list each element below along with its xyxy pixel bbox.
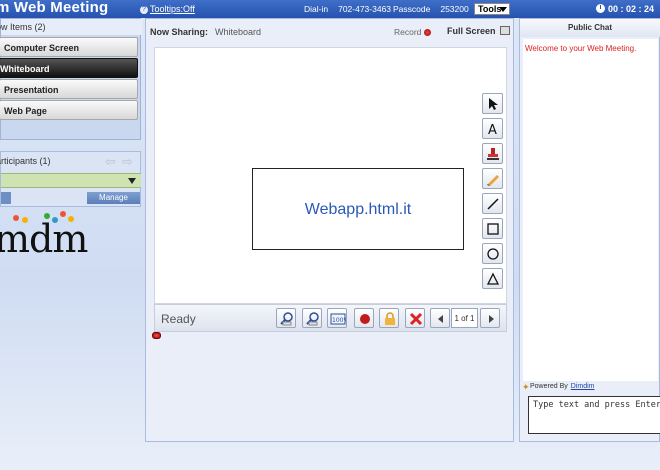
rectangle-icon [487, 223, 499, 235]
dialin-info: Dial-in 702-473-3463 [304, 4, 391, 14]
whiteboard-text: Webapp.html.it [304, 201, 412, 218]
next-page-button[interactable] [480, 308, 500, 328]
logo: mdm [0, 211, 141, 261]
show-items-panel: ow Items (2) Computer Screen Whiteboard … [0, 18, 142, 140]
select-arrow-icon [489, 98, 498, 110]
dimdim-icon: ✦ [522, 382, 530, 392]
powered-by: ✦ Powered By Dimdim [522, 382, 595, 392]
arrow-left-icon[interactable]: ⇦ [105, 154, 122, 169]
stamp-icon [487, 148, 499, 160]
svg-text:100%: 100% [332, 317, 346, 324]
zoom-in-button[interactable] [276, 308, 296, 328]
now-sharing-value: Whiteboard [215, 27, 262, 37]
pencil-tool[interactable] [482, 168, 503, 189]
tooltips-toggle[interactable]: ? Tooltips:Off [140, 4, 195, 14]
record-button[interactable]: Record [394, 27, 432, 37]
zoom-in-icon [280, 312, 293, 326]
passcode-value: 253200 [440, 4, 469, 14]
record-icon [360, 314, 370, 324]
chevron-left-icon [438, 315, 443, 323]
text-tool[interactable]: A [482, 118, 503, 139]
logo-text: mdm [0, 217, 88, 261]
show-item-web-page[interactable]: Web Page [0, 100, 138, 120]
header-bar: m Web Meeting ? Tooltips:Off Dial-in 702-4… [0, 0, 660, 18]
clear-button[interactable] [405, 308, 425, 328]
chat-input[interactable]: Type text and press Enter [528, 396, 660, 434]
participants-panel: articipants (1) ⇦⇨ Manage [0, 151, 141, 207]
circle-tool[interactable] [482, 243, 503, 264]
clock-icon [596, 4, 605, 13]
participants-title: articipants (1) [0, 156, 51, 166]
fullscreen-button[interactable]: Full Screen [447, 26, 510, 36]
triangle-tool[interactable] [482, 268, 503, 289]
rectangle-tool[interactable] [482, 218, 503, 239]
show-item-computer-screen[interactable]: Computer Screen [0, 37, 138, 57]
chevron-down-icon [128, 178, 136, 184]
svg-text:A: A [488, 123, 497, 136]
chat-title: Public Chat [520, 19, 660, 37]
timer-value: 00 : 02 : 24 [608, 4, 655, 14]
line-icon [487, 198, 499, 210]
powered-link[interactable]: Dimdim [571, 383, 595, 390]
text-icon: A [488, 123, 497, 136]
select-tool[interactable] [482, 93, 503, 114]
arrow-right-icon[interactable]: ⇨ [122, 154, 139, 169]
status-text: Ready [161, 312, 196, 326]
passcode-label: Passcode [393, 4, 431, 14]
zoom-100-icon: 100% [330, 313, 346, 325]
lock-icon [385, 312, 395, 325]
zoom-100-button[interactable]: 100% [327, 308, 347, 328]
record-icon [424, 29, 432, 36]
manage-button[interactable]: Manage [87, 192, 140, 204]
triangle-icon [486, 272, 500, 285]
close-icon [409, 312, 423, 326]
zoom-out-button[interactable] [302, 308, 322, 328]
now-sharing-label: Now Sharing: [150, 27, 208, 37]
show-item-label: Web Page [4, 106, 47, 116]
stamp-tool[interactable] [482, 143, 503, 164]
line-tool[interactable] [482, 193, 503, 214]
participants-select[interactable] [1, 173, 141, 188]
show-item-label: Computer Screen [4, 43, 80, 53]
page-indicator: 1 of 1 [451, 308, 478, 328]
sharing-panel: Now Sharing: Whiteboard Record Full Scre… [145, 18, 514, 442]
lock-button[interactable] [379, 308, 399, 328]
drawing-toolbar: A [482, 93, 504, 291]
meeting-timer: 00 : 02 : 24 [596, 4, 654, 14]
record-label: Record [394, 27, 422, 37]
show-items-title: ow Items (2) [0, 22, 46, 32]
passcode-info: Passcode 253200 [393, 4, 469, 14]
participant-action-button[interactable] [1, 192, 11, 204]
previous-page-button[interactable] [430, 308, 450, 328]
show-item-label: Whiteboard [0, 64, 50, 74]
zoom-out-icon [306, 312, 319, 326]
info-icon: ? [140, 5, 148, 14]
welcome-message: Welcome to your Web Meeting. [525, 44, 637, 53]
show-item-presentation[interactable]: Presentation [0, 79, 138, 99]
whiteboard-statusbar: Ready 100% 1 of 1 [154, 304, 507, 332]
dialin-label: Dial-in [304, 4, 329, 14]
dialin-number: 702-473-3463 [338, 4, 392, 14]
app-title: m Web Meeting [0, 0, 109, 16]
show-items-header: ow Items (2) [0, 19, 142, 35]
record-whiteboard-button[interactable] [354, 308, 374, 328]
fullscreen-label: Full Screen [447, 26, 496, 36]
status-indicator-icon [152, 332, 161, 339]
whiteboard-canvas[interactable]: Webapp.html.it A [154, 47, 507, 304]
whiteboard-shape[interactable]: Webapp.html.it [252, 168, 464, 250]
pencil-icon [487, 175, 499, 186]
tooltips-label: Tooltips:Off [150, 4, 195, 14]
tools-label: Tools [478, 4, 502, 14]
powered-label: Powered By [530, 383, 568, 390]
circle-icon [487, 248, 499, 260]
chat-panel: Public Chat Welcome to your Web Meeting.… [519, 18, 660, 442]
fullscreen-icon [499, 26, 510, 35]
show-item-whiteboard[interactable]: Whiteboard [0, 58, 138, 78]
chevron-right-icon [489, 315, 494, 323]
tools-dropdown[interactable]: Tools [474, 3, 510, 15]
show-item-label: Presentation [4, 85, 59, 95]
participants-nav[interactable]: ⇦⇨ [105, 154, 139, 170]
chevron-down-icon [499, 7, 507, 12]
chat-messages: Welcome to your Web Meeting. [523, 39, 658, 381]
